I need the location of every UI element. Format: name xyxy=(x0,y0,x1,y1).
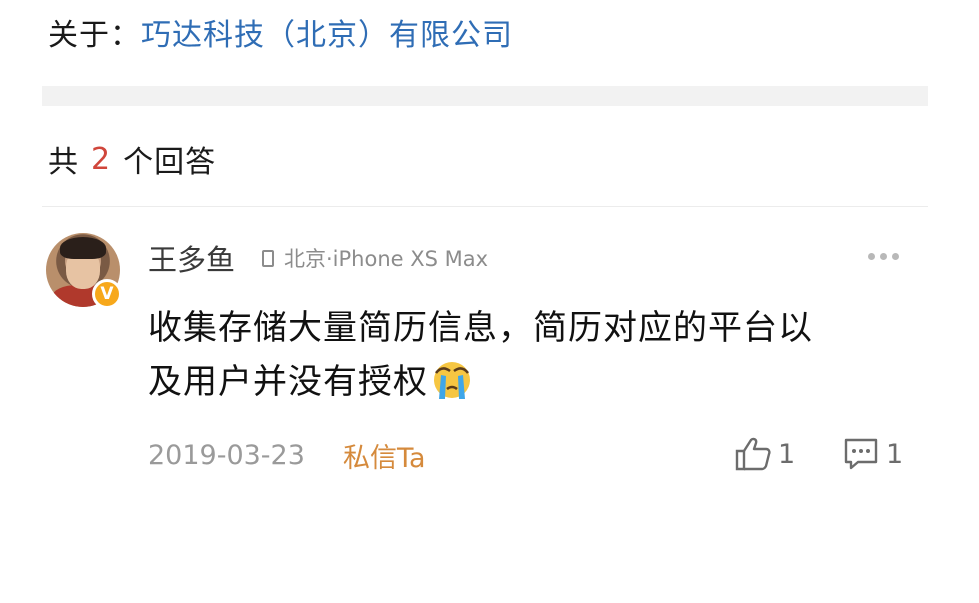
crying-face-icon xyxy=(428,359,476,401)
about-line: 关于： 巧达科技（北京）有限公司 xyxy=(48,8,513,56)
answer-count-suffix: 个回答 xyxy=(123,145,217,180)
more-options-icon[interactable] xyxy=(868,253,899,260)
answer-content: 收集存储大量简历信息，简历对应的平台以 及用户并没有授权 xyxy=(148,301,928,409)
answer-date: 2019-03-23 xyxy=(148,439,305,471)
avatar-hair xyxy=(60,237,106,259)
answer-count-number: 2 xyxy=(91,141,112,177)
more-dot xyxy=(892,253,899,260)
private-message-link[interactable]: 私信Ta xyxy=(343,437,426,474)
username[interactable]: 王多鱼 xyxy=(148,238,235,278)
divider xyxy=(42,206,928,207)
phone-icon xyxy=(262,249,274,267)
more-dot xyxy=(868,253,875,260)
verified-badge-icon: V xyxy=(92,279,122,309)
comment-count: 1 xyxy=(886,438,904,470)
about-label: 关于： xyxy=(48,18,141,53)
answer-content-line-2: 及用户并没有授权 xyxy=(148,355,928,409)
comment-button[interactable]: 1 xyxy=(842,434,903,474)
company-link[interactable]: 巧达科技（北京）有限公司 xyxy=(141,10,513,54)
more-dot xyxy=(880,253,887,260)
section-separator xyxy=(42,86,928,106)
answer-count-prefix: 共 xyxy=(48,145,79,180)
thumbs-up-icon xyxy=(735,437,771,471)
like-button[interactable]: 1 xyxy=(734,434,795,474)
like-count: 1 xyxy=(778,438,796,470)
answer-content-line-2-text: 及用户并没有授权 xyxy=(148,362,428,402)
device-label: 北京·iPhone XS Max xyxy=(284,247,489,271)
question-detail-page: 关于： 巧达科技（北京）有限公司 共 2 个回答 V 王多鱼 北京·iPhone… xyxy=(0,0,979,603)
device-info: 北京·iPhone XS Max xyxy=(262,243,488,273)
comment-icon xyxy=(844,438,878,470)
answer-count: 共 2 个回答 xyxy=(48,137,216,181)
answer-content-line-1: 收集存储大量简历信息，简历对应的平台以 xyxy=(148,308,813,348)
